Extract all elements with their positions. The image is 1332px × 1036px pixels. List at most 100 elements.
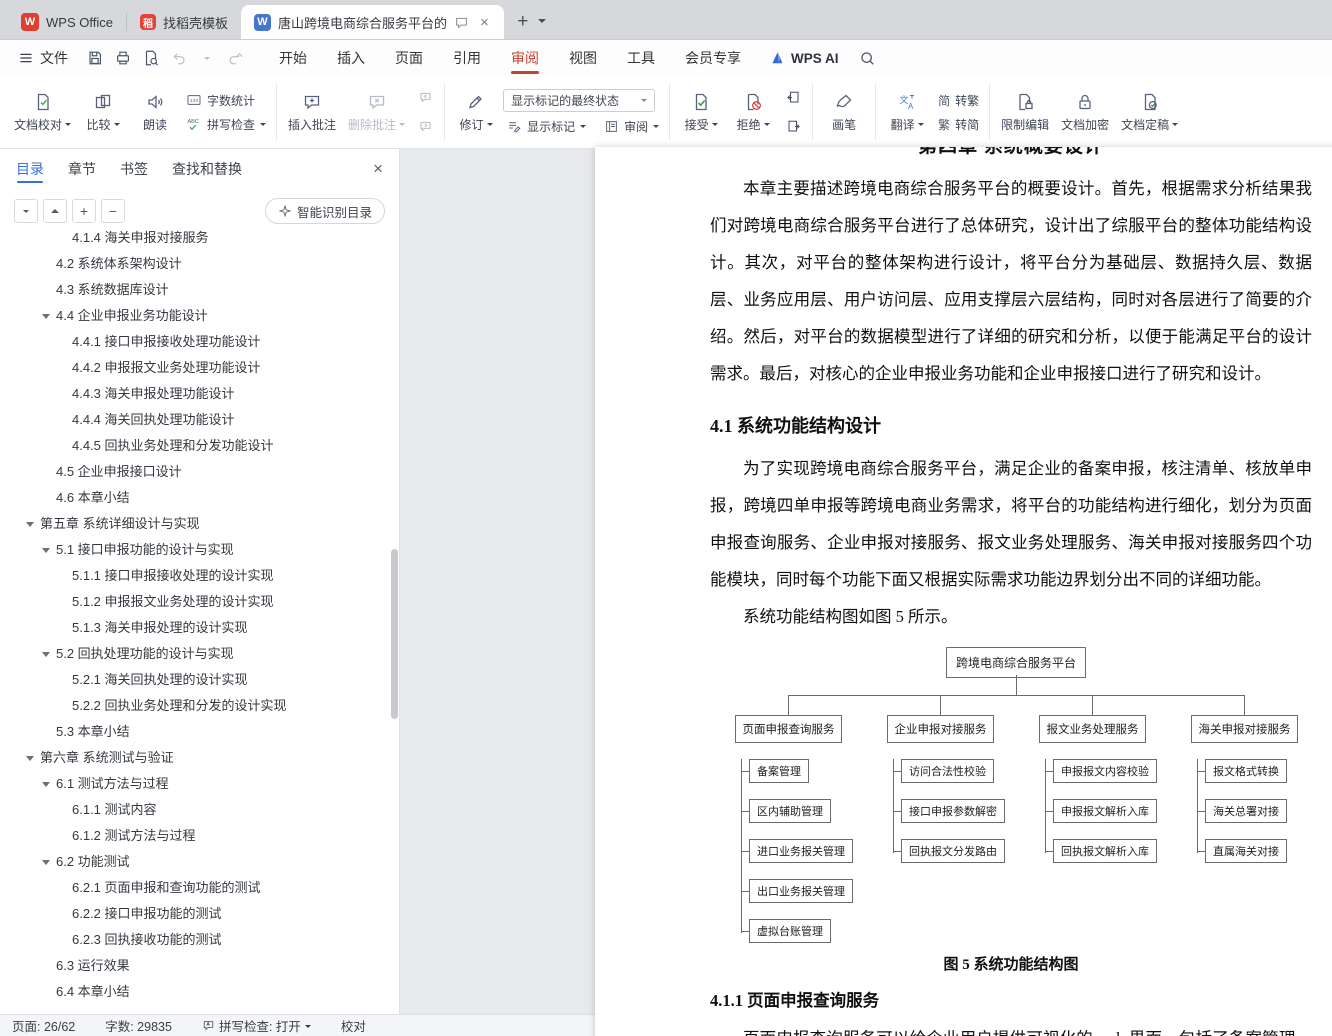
new-tab-button[interactable]: + — [510, 9, 536, 35]
ai-chat-icon[interactable] — [454, 15, 469, 30]
paragraph[interactable]: 页面申报查询服务可以给企业用户提供可视化的 web 界面，包括了备案管理、区内 — [710, 1020, 1312, 1036]
toc-item[interactable]: 4.4.3 海关申报处理功能设计 — [0, 381, 399, 407]
toc-item[interactable]: 5.2.1 海关回执处理的设计实现 — [0, 667, 399, 693]
save-button[interactable] — [82, 45, 108, 71]
print-button[interactable] — [110, 45, 136, 71]
menu-tab-tools[interactable]: 工具 — [612, 40, 670, 76]
smart-toc-button[interactable]: 智能识别目录 — [264, 198, 385, 224]
ink-pen-button[interactable]: 画笔 — [819, 81, 869, 143]
collapse-caret-icon[interactable] — [42, 652, 50, 661]
finalize-document-button[interactable]: 文档定稿 — [1116, 81, 1183, 143]
tab-document[interactable]: W 唐山跨境电商综合服务平台的 × — [240, 5, 504, 39]
section-heading-4-1-1[interactable]: 4.1.1 页面申报查询服务 — [710, 987, 1312, 1011]
menu-tab-member[interactable]: 会员专享 — [670, 40, 756, 76]
previous-revision-button[interactable] — [782, 87, 804, 109]
status-word-count[interactable]: 字数: 29835 — [105, 1016, 172, 1035]
menu-tab-view[interactable]: 视图 — [554, 40, 612, 76]
print-preview-button[interactable] — [138, 45, 164, 71]
read-aloud-button[interactable]: 朗读 — [130, 81, 180, 143]
tab-list-caret-icon[interactable] — [537, 19, 546, 27]
toc-item[interactable]: 第六章 系统测试与验证 — [0, 745, 399, 771]
toc-item[interactable]: 6.3 运行效果 — [0, 953, 399, 979]
file-menu-button[interactable]: 文件 — [10, 40, 76, 76]
toc-item[interactable]: 4.4.4 海关回执处理功能设计 — [0, 407, 399, 433]
zoom-out-toc-button[interactable]: − — [101, 199, 125, 223]
simplified-to-traditional-button[interactable]: 简 转繁 — [934, 91, 983, 110]
delete-comment-button[interactable]: 删除批注 — [343, 81, 410, 143]
toc-item[interactable]: 4.3 系统数据库设计 — [0, 277, 399, 303]
paragraph[interactable]: 为了实现跨境电商综合服务平台，满足企业的备案申报，核注清单、核放单申报，跨境四单… — [710, 450, 1312, 598]
toc-item[interactable]: 4.1.4 海关申报对接服务 — [0, 225, 399, 251]
close-tab-icon[interactable]: × — [478, 14, 491, 31]
toc-item[interactable]: 6.2.3 回执接收功能的测试 — [0, 927, 399, 953]
redo-button[interactable] — [222, 45, 248, 71]
panel-tab-find-replace[interactable]: 查找和替换 — [162, 149, 252, 189]
panel-tab-toc[interactable]: 目录 — [6, 149, 54, 189]
close-sidebar-icon[interactable]: × — [373, 159, 383, 179]
toc-item[interactable]: 5.1 接口申报功能的设计与实现 — [0, 537, 399, 563]
toc-item[interactable]: 4.4.2 申报报文业务处理功能设计 — [0, 355, 399, 381]
undo-button[interactable] — [166, 45, 192, 71]
panel-tab-bookmarks[interactable]: 书签 — [110, 149, 158, 189]
collapse-caret-icon[interactable] — [42, 860, 50, 869]
toc-item[interactable]: 4.4 企业申报业务功能设计 — [0, 303, 399, 329]
chapter-heading[interactable]: 第四章 系统概要设计 — [710, 147, 1312, 160]
figure-reference-line[interactable]: 系统功能结构图如图 5 所示。 — [710, 598, 1312, 635]
section-heading-4-1[interactable]: 4.1 系统功能结构设计 — [710, 412, 1312, 438]
toc-item[interactable]: 5.2.2 回执业务处理和分发的设计实现 — [0, 693, 399, 719]
toc-item[interactable]: 6.1.2 测试方法与过程 — [0, 823, 399, 849]
status-proofread[interactable]: 校对 — [341, 1016, 366, 1035]
toc-item[interactable]: 5.1.3 海关申报处理的设计实现 — [0, 615, 399, 641]
next-revision-button[interactable] — [782, 116, 804, 138]
collapse-caret-icon[interactable] — [26, 756, 34, 765]
toc-item[interactable]: 5.1.1 接口申报接收处理的设计实现 — [0, 563, 399, 589]
tab-docer-templates[interactable]: 稻 找稻壳模板 — [127, 5, 241, 39]
insert-comment-button[interactable]: 插入批注 — [283, 81, 341, 143]
menu-tab-insert[interactable]: 插入 — [322, 40, 380, 76]
toc-item[interactable]: 5.3 本章小结 — [0, 719, 399, 745]
doc-proofread-button[interactable]: 文档校对 — [9, 81, 76, 143]
menu-tab-page[interactable]: 页面 — [380, 40, 438, 76]
paragraph[interactable]: 本章主要描述跨境电商综合服务平台的概要设计。首先，根据需求分析结果我们对跨境电商… — [710, 170, 1312, 392]
previous-comment-button[interactable] — [414, 87, 436, 109]
collapse-caret-icon[interactable] — [42, 548, 50, 557]
translate-button[interactable]: 文A 翻译 — [882, 81, 932, 143]
next-comment-button[interactable] — [414, 116, 436, 138]
toc-item[interactable]: 6.2 功能测试 — [0, 849, 399, 875]
spell-check-button[interactable]: ABC 拼写检查 — [182, 115, 270, 134]
reject-revision-button[interactable]: 拒绝 — [728, 81, 778, 143]
toc-item[interactable]: 4.6 本章小结 — [0, 485, 399, 511]
menu-tab-review[interactable]: 审阅 — [496, 40, 554, 76]
figure-caption[interactable]: 图 5 系统功能结构图 — [710, 953, 1312, 974]
toc-item[interactable]: 6.4 本章小结 — [0, 979, 399, 1005]
undo-caret-icon[interactable] — [194, 45, 220, 71]
toc-item[interactable]: 6.2.2 接口申报功能的测试 — [0, 901, 399, 927]
toc-item[interactable]: 4.2 系统体系架构设计 — [0, 251, 399, 277]
menu-tab-reference[interactable]: 引用 — [438, 40, 496, 76]
collapse-caret-icon[interactable] — [42, 782, 50, 791]
toc-scrollbar[interactable] — [391, 549, 398, 719]
show-markup-button[interactable]: 显示标记 — [503, 117, 590, 136]
restrict-editing-button[interactable]: 限制编辑 — [996, 81, 1054, 143]
document-page[interactable]: 第四章 系统概要设计 本章主要描述跨境电商综合服务平台的概要设计。首先，根据需求… — [595, 147, 1332, 1036]
menu-tab-start[interactable]: 开始 — [264, 40, 322, 76]
track-changes-button[interactable]: 修订 — [451, 81, 501, 143]
wps-ai-button[interactable]: WPS AI — [770, 50, 839, 66]
tab-wps-office[interactable]: W WPS Office — [8, 5, 126, 39]
toc-item[interactable]: 5.2 回执处理功能的设计与实现 — [0, 641, 399, 667]
accept-revision-button[interactable]: 接受 — [676, 81, 726, 143]
review-pane-button[interactable]: 审阅 — [600, 117, 663, 136]
zoom-in-toc-button[interactable]: + — [72, 199, 96, 223]
toc-item[interactable]: 4.4.5 回执业务处理和分发功能设计 — [0, 433, 399, 459]
traditional-to-simplified-button[interactable]: 繁 转简 — [934, 115, 983, 134]
markup-state-select[interactable]: 显示标记的最终状态 — [503, 88, 656, 112]
toc-item[interactable]: 6.1.1 测试内容 — [0, 797, 399, 823]
encrypt-document-button[interactable]: 文档加密 — [1056, 81, 1114, 143]
status-spellcheck[interactable]: 拼写检查: 打开 — [202, 1016, 311, 1035]
compare-button[interactable]: 比较 — [78, 81, 128, 143]
toc-item[interactable]: 4.4.1 接口申报接收处理功能设计 — [0, 329, 399, 355]
collapse-caret-icon[interactable] — [26, 522, 34, 531]
collapse-caret-icon[interactable] — [42, 314, 50, 323]
toc-item[interactable]: 6.2.1 页面申报和查询功能的测试 — [0, 875, 399, 901]
collapse-all-button[interactable] — [43, 199, 67, 223]
